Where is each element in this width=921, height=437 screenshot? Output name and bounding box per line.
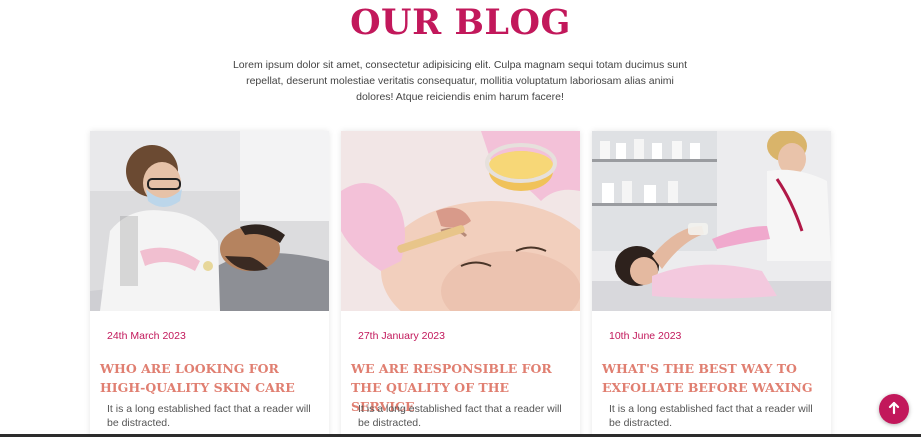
- blog-card-date: 27th January 2023: [358, 330, 445, 342]
- arrow-up-icon: [887, 400, 901, 419]
- blog-card-excerpt: It is a long established fact that a rea…: [107, 403, 311, 429]
- blog-card-excerpt: It is a long established fact that a rea…: [358, 403, 562, 429]
- blog-card[interactable]: 24th March 2023 WHO ARE LOOKING FOR HIGH…: [90, 131, 329, 437]
- scroll-to-top-button[interactable]: [879, 394, 909, 424]
- blog-card-date: 10th June 2023: [609, 330, 682, 342]
- blog-card-image[interactable]: [90, 131, 329, 311]
- blog-card[interactable]: 10th June 2023 WHAT'S THE BEST WAY TO EX…: [592, 131, 831, 437]
- blog-card-excerpt: It is a long established fact that a rea…: [609, 403, 813, 429]
- blog-card-image[interactable]: [341, 131, 580, 311]
- blog-heading: OUR BLOG: [350, 2, 571, 43]
- blog-card-date: 24th March 2023: [107, 330, 186, 342]
- blog-intro-text: Lorem ipsum dolor sit amet, consectetur …: [232, 59, 688, 103]
- blog-card[interactable]: 27th January 2023 WE ARE RESPONSIBLE FOR…: [341, 131, 580, 437]
- blog-card-image[interactable]: [592, 131, 831, 311]
- blog-card-title[interactable]: WHO ARE LOOKING FOR HIGH-QUALITY SKIN CA…: [100, 359, 325, 397]
- blog-card-title[interactable]: WHAT'S THE BEST WAY TO EXFOLIATE BEFORE …: [602, 359, 827, 397]
